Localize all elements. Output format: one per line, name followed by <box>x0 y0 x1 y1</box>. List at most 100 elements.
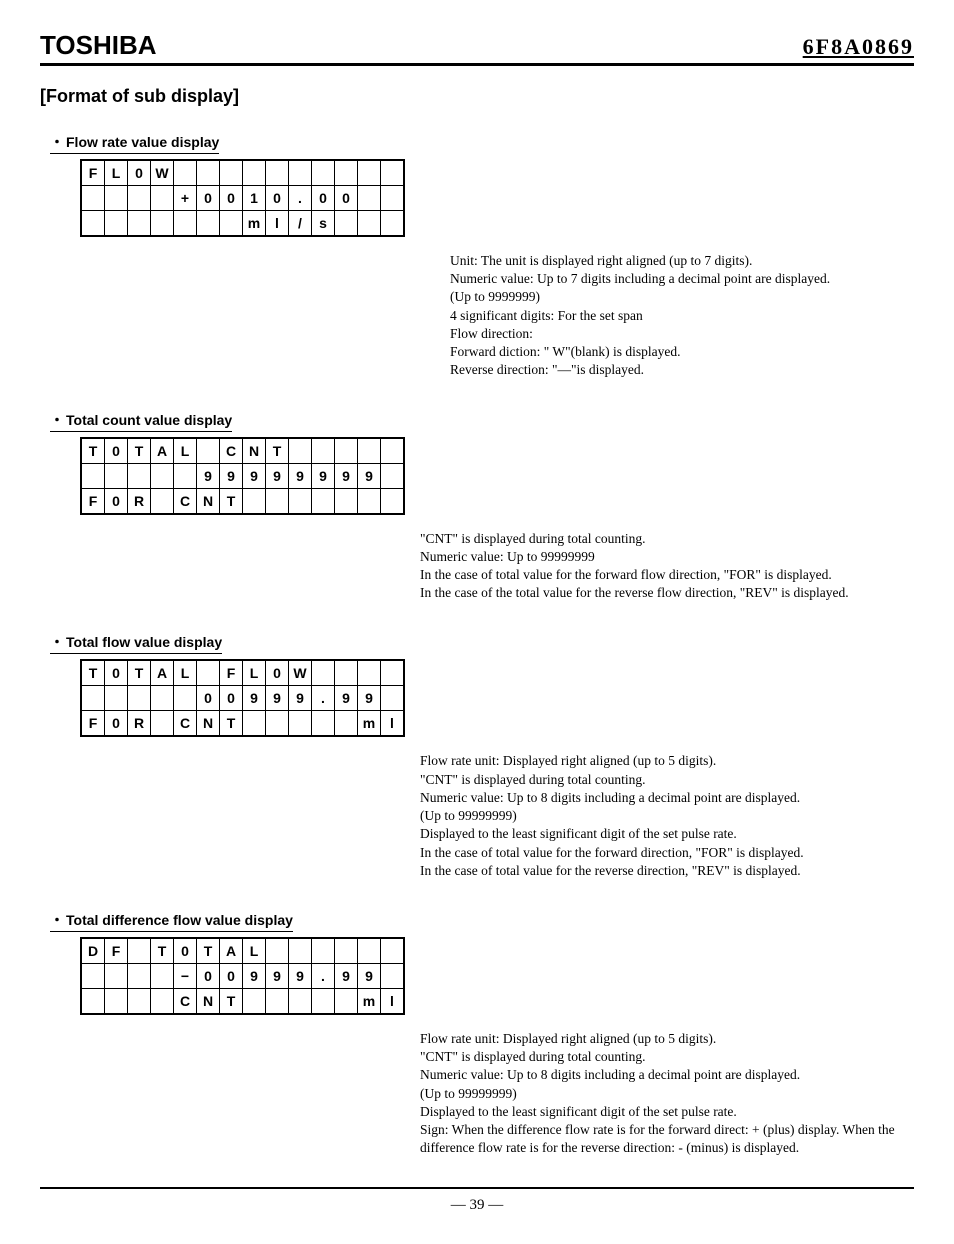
grid-cell <box>381 963 405 988</box>
grid-cell <box>381 438 405 464</box>
grid-cell <box>197 160 220 186</box>
grid-cell: 9 <box>220 463 243 488</box>
grid-cell: 1 <box>243 186 266 211</box>
page-header: TOSHIBA 6F8A0869 <box>40 30 914 66</box>
grid-cell <box>335 211 358 237</box>
grid-cell <box>81 463 105 488</box>
total-flow-title: Total flow value display <box>50 632 222 654</box>
grid-cell: 9 <box>266 963 289 988</box>
grid-cell <box>105 963 128 988</box>
grid-cell: W <box>151 160 174 186</box>
flow-rate-block: Flow rate value display FL0W+0010.00ml/s… <box>50 132 914 380</box>
grid-cell: C <box>220 438 243 464</box>
grid-cell <box>243 160 266 186</box>
grid-cell <box>335 660 358 686</box>
grid-cell: 9 <box>335 963 358 988</box>
grid-cell: D <box>81 938 105 964</box>
grid-cell <box>81 186 105 211</box>
grid-cell: 0 <box>266 186 289 211</box>
grid-cell <box>81 686 105 711</box>
grid-cell <box>105 211 128 237</box>
grid-cell: m <box>243 211 266 237</box>
page-number: — 39 — <box>40 1197 914 1214</box>
grid-cell <box>289 938 312 964</box>
grid-cell <box>266 160 289 186</box>
total-flow-grid: T0TALFL0W00999.99F0RCNTml <box>80 659 405 737</box>
grid-cell: C <box>174 711 197 737</box>
grid-cell <box>128 938 151 964</box>
grid-cell <box>358 660 381 686</box>
grid-cell: 9 <box>197 463 220 488</box>
grid-cell: 0 <box>174 938 197 964</box>
grid-cell: m <box>358 711 381 737</box>
total-count-grid: T0TALCNT99999999F0RCNT <box>80 437 405 515</box>
grid-cell <box>312 988 335 1014</box>
grid-cell: T <box>128 660 151 686</box>
grid-cell: L <box>174 438 197 464</box>
grid-cell: C <box>174 488 197 514</box>
grid-cell: L <box>174 660 197 686</box>
grid-cell: T <box>220 988 243 1014</box>
grid-cell: T <box>266 438 289 464</box>
total-diff-grid: DFT0TAL−00999.99CNTml <box>80 937 405 1015</box>
grid-cell <box>220 211 243 237</box>
grid-cell <box>381 211 405 237</box>
grid-cell <box>151 686 174 711</box>
grid-cell <box>128 186 151 211</box>
total-diff-block: Total difference flow value display DF T0… <box>50 910 914 1158</box>
grid-cell <box>151 711 174 737</box>
grid-cell <box>266 988 289 1014</box>
grid-cell: 9 <box>335 686 358 711</box>
grid-cell: F <box>105 938 128 964</box>
grid-cell <box>197 211 220 237</box>
total-flow-notes: Flow rate unit: Displayed right aligned … <box>420 752 914 880</box>
total-diff-notes: Flow rate unit: Displayed right aligned … <box>420 1030 914 1158</box>
grid-cell: 9 <box>266 463 289 488</box>
grid-cell <box>289 438 312 464</box>
grid-cell: N <box>243 438 266 464</box>
grid-cell <box>174 686 197 711</box>
grid-cell <box>335 938 358 964</box>
grid-cell: 9 <box>289 463 312 488</box>
grid-cell <box>266 711 289 737</box>
grid-cell: 9 <box>243 463 266 488</box>
grid-cell <box>358 938 381 964</box>
grid-cell: A <box>151 438 174 464</box>
grid-cell <box>289 711 312 737</box>
grid-cell <box>381 160 405 186</box>
grid-cell <box>151 211 174 237</box>
grid-cell <box>381 686 405 711</box>
grid-cell: 0 <box>220 963 243 988</box>
grid-cell: 9 <box>289 686 312 711</box>
grid-cell: 0 <box>197 186 220 211</box>
grid-cell <box>105 186 128 211</box>
grid-cell: 0 <box>197 686 220 711</box>
grid-cell: L <box>243 938 266 964</box>
grid-cell: 9 <box>312 463 335 488</box>
brand-logo: TOSHIBA <box>40 30 157 61</box>
document-number: 6F8A0869 <box>803 34 914 60</box>
grid-cell <box>151 463 174 488</box>
total-diff-title: Total difference flow value display <box>50 910 293 932</box>
total-count-block: Total count value display T0TALCNT999999… <box>50 410 914 603</box>
grid-cell: C <box>174 988 197 1014</box>
grid-cell: 0 <box>335 186 358 211</box>
flow-rate-title: Flow rate value display <box>50 132 219 154</box>
grid-cell: 9 <box>243 686 266 711</box>
section-title: [Format of sub display] <box>40 86 914 107</box>
grid-cell <box>81 211 105 237</box>
grid-cell <box>197 438 220 464</box>
grid-cell: T <box>128 438 151 464</box>
grid-cell <box>335 438 358 464</box>
total-count-title: Total count value display <box>50 410 232 432</box>
footer-rule <box>40 1187 914 1189</box>
grid-cell: F <box>81 711 105 737</box>
grid-cell <box>151 186 174 211</box>
grid-cell <box>266 488 289 514</box>
grid-cell: . <box>312 686 335 711</box>
total-count-notes: "CNT" is displayed during total counting… <box>420 530 914 603</box>
grid-cell: F <box>81 160 105 186</box>
grid-cell <box>335 488 358 514</box>
grid-cell: T <box>220 711 243 737</box>
grid-cell: F <box>220 660 243 686</box>
